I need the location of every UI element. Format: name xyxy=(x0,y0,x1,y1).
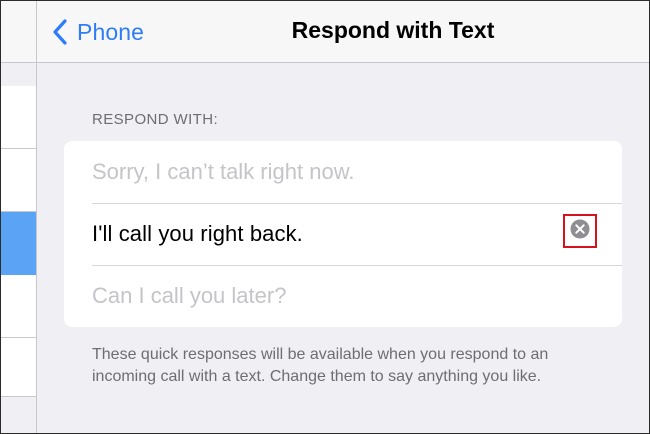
clear-text-button[interactable] xyxy=(563,214,597,248)
navigation-bar: Phone Respond with Text xyxy=(37,1,649,63)
master-navbar xyxy=(1,1,36,63)
section-header: RESPOND WITH: xyxy=(92,111,219,128)
section-footer: These quick responses will be available … xyxy=(92,346,549,385)
response-field-3[interactable] xyxy=(92,283,532,309)
app-frame: Phone Respond with Text RESPOND WITH: I'… xyxy=(0,0,650,434)
response-row-3[interactable] xyxy=(92,265,622,327)
response-row-2[interactable]: I'll call you right back. xyxy=(92,203,622,266)
master-list-item[interactable] xyxy=(1,149,36,212)
responses-group: I'll call you right back. xyxy=(64,141,622,327)
master-list-item[interactable] xyxy=(1,86,36,149)
clear-circle-x-icon xyxy=(570,219,590,244)
master-list-item[interactable] xyxy=(1,275,36,338)
response-row-1[interactable] xyxy=(92,141,622,204)
response-field-2[interactable]: I'll call you right back. xyxy=(92,221,303,247)
response-field-1[interactable] xyxy=(92,159,532,185)
page-title: Respond with Text xyxy=(291,17,495,43)
master-list-item[interactable] xyxy=(1,338,36,397)
master-list-item-selected[interactable] xyxy=(1,212,36,275)
master-list xyxy=(1,86,36,397)
master-column xyxy=(1,1,37,433)
